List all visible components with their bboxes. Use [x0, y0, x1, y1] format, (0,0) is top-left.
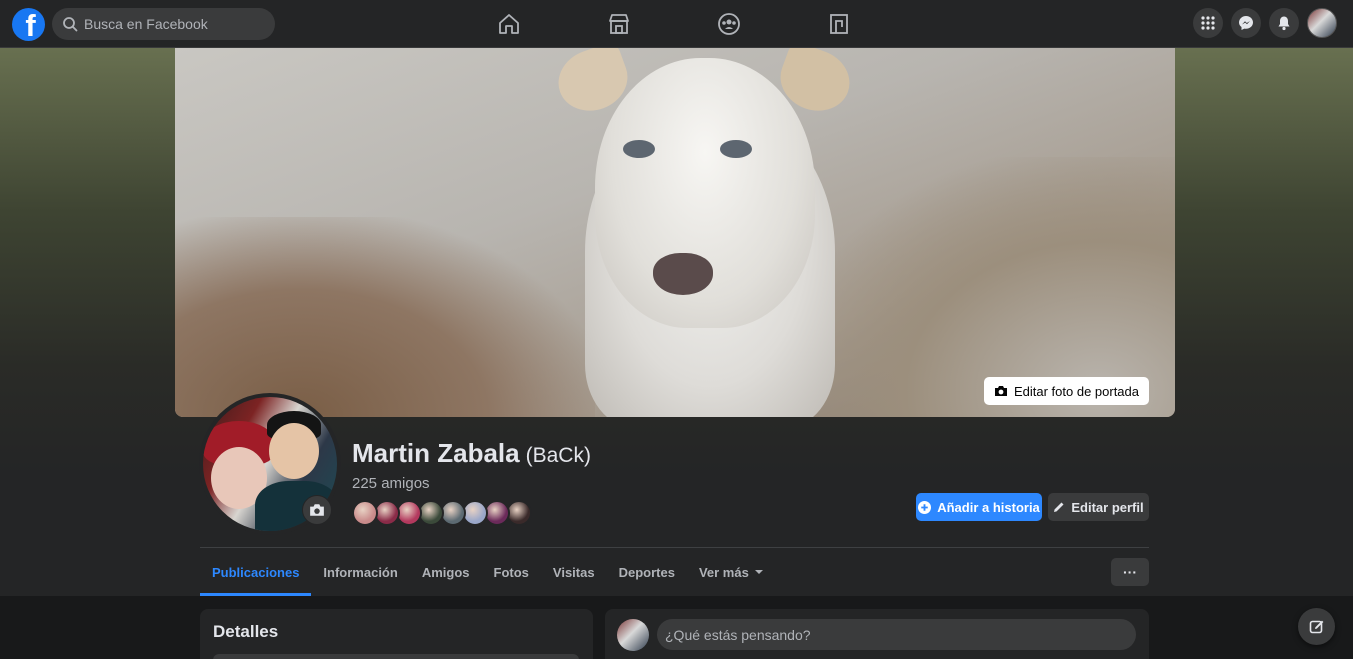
composer-avatar[interactable]	[617, 619, 649, 651]
menu-grid-icon	[1201, 16, 1215, 30]
notifications-button[interactable]	[1269, 8, 1299, 38]
nav-gaming[interactable]	[784, 0, 894, 48]
gaming-icon	[830, 14, 848, 34]
profile-picture-frame	[199, 393, 341, 535]
edit-cover-label: Editar foto de portada	[1013, 383, 1139, 399]
friend-avatar[interactable]	[352, 500, 378, 526]
friends-count-link[interactable]: 225 amigos	[352, 475, 591, 492]
add-to-story-button[interactable]: Añadir a historia	[916, 493, 1042, 521]
account-controls	[1193, 8, 1337, 38]
tab-posts[interactable]: Publicaciones	[200, 548, 312, 596]
notifications-icon	[1278, 16, 1290, 31]
more-options-icon: ···	[1123, 564, 1137, 580]
plus-circle-icon	[918, 500, 932, 514]
menu-button[interactable]	[1193, 8, 1223, 38]
groups-icon	[718, 13, 740, 35]
tab-see-more[interactable]: Ver más	[687, 548, 776, 596]
marketplace-icon	[609, 14, 629, 34]
search-icon	[63, 17, 78, 32]
profile-tabs: Publicaciones Información Amigos Fotos V…	[200, 548, 776, 596]
main-nav	[454, 0, 894, 48]
profile-info: Martin Zabala (BaCk) 225 amigos	[352, 438, 591, 526]
tab-sports[interactable]: Deportes	[607, 548, 687, 596]
messenger-button[interactable]	[1231, 8, 1261, 38]
add-to-story-label: Añadir a historia	[937, 499, 1040, 515]
details-bio-field[interactable]	[213, 654, 579, 659]
nav-marketplace[interactable]	[564, 0, 674, 48]
nav-home[interactable]	[454, 0, 564, 48]
more-options-button[interactable]: ···	[1111, 558, 1149, 586]
home-icon	[499, 14, 519, 34]
tab-friends[interactable]: Amigos	[410, 548, 482, 596]
top-navigation-bar: f	[0, 0, 1353, 48]
details-title: Detalles	[213, 622, 279, 641]
tab-photos[interactable]: Fotos	[482, 548, 541, 596]
edit-cover-photo-button[interactable]: Editar foto de portada	[983, 377, 1149, 405]
search-box[interactable]	[52, 8, 275, 40]
compose-icon	[1309, 620, 1323, 633]
update-profile-picture-button[interactable]	[302, 495, 332, 525]
caret-down-icon	[754, 570, 763, 574]
account-avatar[interactable]	[1307, 8, 1337, 38]
pencil-icon	[1054, 502, 1064, 512]
search-input[interactable]	[84, 16, 264, 32]
profile-nickname: (BaCk)	[525, 444, 591, 467]
composer-input[interactable]: ¿Qué estás pensando?	[657, 619, 1136, 650]
nav-groups[interactable]	[674, 0, 784, 48]
post-composer: ¿Qué estás pensando?	[605, 609, 1149, 659]
cover-photo[interactable]: Editar foto de portada	[175, 48, 1175, 417]
messenger-icon	[1239, 16, 1253, 30]
profile-name: Martin Zabala	[352, 438, 520, 468]
camera-icon	[994, 386, 1007, 396]
facebook-logo[interactable]: f	[12, 8, 45, 41]
edit-profile-label: Editar perfil	[1071, 499, 1144, 515]
new-message-button[interactable]	[1298, 608, 1335, 645]
friend-avatars	[352, 500, 591, 526]
tab-about[interactable]: Información	[311, 548, 409, 596]
camera-icon	[310, 504, 324, 516]
edit-profile-button[interactable]: Editar perfil	[1048, 493, 1149, 521]
details-card: Detalles	[200, 609, 593, 659]
tab-check-ins[interactable]: Visitas	[541, 548, 607, 596]
